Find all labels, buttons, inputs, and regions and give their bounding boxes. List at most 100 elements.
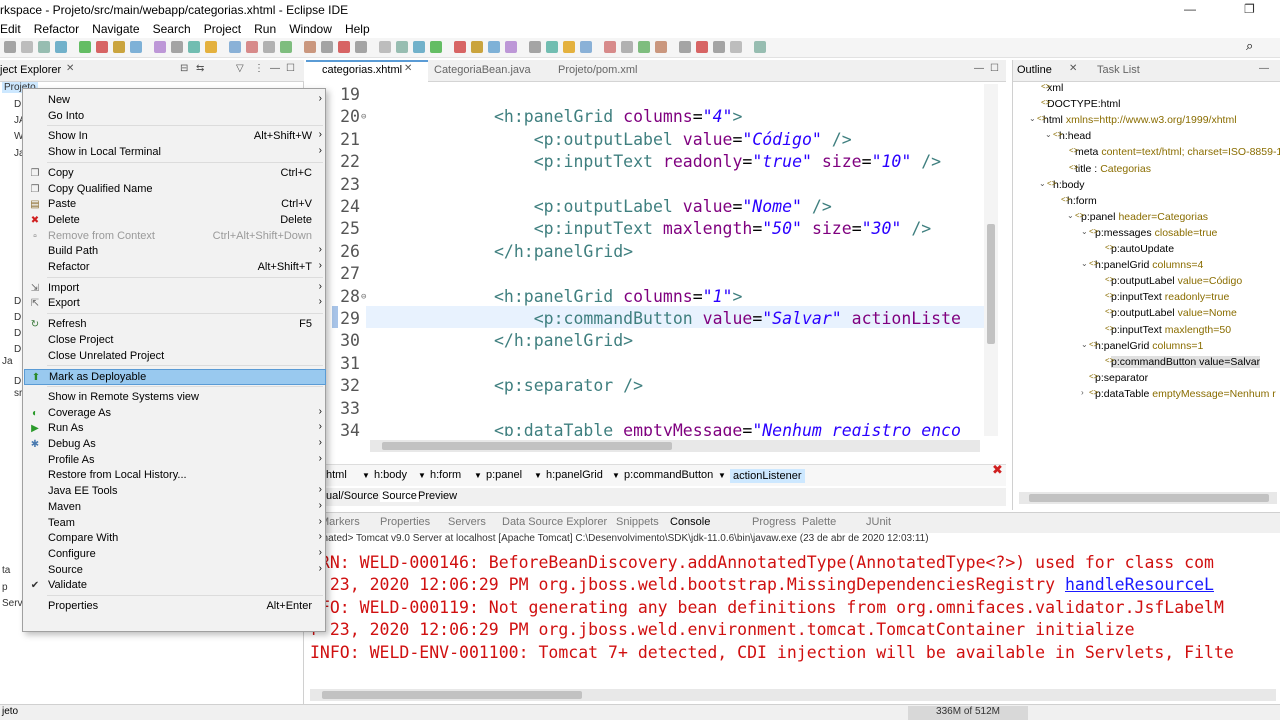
outline-node[interactable]: html xmlns=http://www.w3.org/1999/xhtml — [1043, 114, 1237, 126]
breadcrumb-item[interactable]: html — [326, 469, 347, 481]
code-area[interactable]: 19 20 ⊖ <h:panelGrid columns="4"> 21 <p:outp… — [306, 84, 1006, 436]
outline-node[interactable]: p:autoUpdate — [1111, 243, 1174, 255]
outline-node[interactable]: h:form — [1067, 195, 1097, 207]
menu-window[interactable]: Window — [289, 22, 332, 36]
toolbar-button-icon[interactable] — [171, 41, 183, 53]
minimize-icon[interactable]: — — [1259, 63, 1269, 74]
expand-icon[interactable]: ⌄ — [1067, 211, 1074, 220]
expand-icon[interactable]: ⌄ — [1081, 340, 1088, 349]
menu-item-team[interactable]: Team › — [24, 516, 326, 532]
tab-categoriabean-java[interactable]: CategoriaBean.java — [434, 64, 531, 76]
console-hscrollbar[interactable] — [310, 689, 1276, 701]
menu-item-validate[interactable]: ✔ Validate — [24, 578, 326, 594]
close-breadcrumb-icon[interactable]: ✖ — [992, 462, 1003, 478]
expand-icon[interactable]: ⌄ — [1081, 259, 1088, 268]
toolbar-button-icon[interactable] — [621, 41, 633, 53]
outline-node[interactable]: DOCTYPE:html — [1047, 98, 1121, 110]
tab-preview[interactable]: Preview — [418, 490, 457, 502]
tab-source[interactable]: Source — [380, 490, 419, 502]
menu-item-new[interactable]: New › — [24, 93, 326, 109]
minimize-button[interactable]: — — [1184, 2, 1196, 16]
maximize-button[interactable]: ❐ — [1244, 2, 1255, 16]
tab-servers[interactable]: Servers — [448, 516, 486, 528]
menu-refactor[interactable]: Refactor — [34, 22, 79, 36]
toolbar-button-icon[interactable] — [355, 41, 367, 53]
tree-item[interactable]: D — [14, 296, 21, 307]
breadcrumb-item[interactable]: p:panel — [486, 469, 522, 481]
outline-node[interactable]: p:inputText maxlength=50 — [1111, 324, 1231, 336]
tree-item[interactable]: D — [14, 328, 21, 339]
outline-node[interactable]: p:outputLabel value=Nome — [1111, 307, 1237, 319]
breadcrumb-item[interactable]: h:body — [374, 469, 407, 481]
toolbar-button-icon[interactable] — [696, 41, 708, 53]
tab-junit[interactable]: JUnit — [866, 516, 891, 528]
menu-item-compare-with[interactable]: Compare With › — [24, 531, 326, 547]
tree-item[interactable]: Serv — [2, 598, 23, 609]
filter-icon[interactable]: ▽ — [236, 63, 244, 74]
toolbar-button-icon[interactable] — [713, 41, 725, 53]
outline-node[interactable]: p:panel header=Categorias — [1081, 211, 1208, 223]
tree-item[interactable]: D — [14, 376, 21, 387]
toolbar-button-icon[interactable] — [21, 41, 33, 53]
outline-node[interactable]: title : Categorias — [1075, 163, 1151, 175]
outline-node[interactable]: p:commandButton value=Salvar — [1111, 355, 1261, 368]
menu-item-show-in-local-terminal[interactable]: Show in Local Terminal › — [24, 145, 326, 161]
menu-item-go-into[interactable]: Go Into — [24, 109, 326, 125]
toolbar-button-icon[interactable] — [563, 41, 575, 53]
toolbar-button-icon[interactable] — [546, 41, 558, 53]
menu-item-show-in-remote-systems-view[interactable]: Show in Remote Systems view — [24, 390, 326, 406]
toolbar-button-icon[interactable] — [471, 41, 483, 53]
toolbar-button-icon[interactable] — [505, 41, 517, 53]
menu-item-restore-from-local-history[interactable]: Restore from Local History... — [24, 468, 326, 484]
toolbar-button-icon[interactable] — [396, 41, 408, 53]
toolbar-button-icon[interactable] — [338, 41, 350, 53]
outline-hscrollbar[interactable] — [1019, 492, 1277, 504]
menu-item-profile-as[interactable]: Profile As › — [24, 453, 326, 469]
tab-properties[interactable]: Properties — [380, 516, 430, 528]
close-icon[interactable]: ✕ — [1069, 63, 1077, 74]
expand-icon[interactable]: ⌄ — [1039, 179, 1046, 188]
close-icon[interactable]: ✕ — [404, 63, 412, 74]
toolbar-button-icon[interactable] — [321, 41, 333, 53]
toolbar-button-icon[interactable] — [263, 41, 275, 53]
toolbar-button-icon[interactable] — [205, 41, 217, 53]
toolbar-button-icon[interactable] — [754, 41, 766, 53]
menu-item-close-unrelated-project[interactable]: Close Unrelated Project — [24, 349, 326, 365]
toolbar-button-icon[interactable] — [430, 41, 442, 53]
toolbar-button-icon[interactable] — [96, 41, 108, 53]
toolbar-button-icon[interactable] — [304, 41, 316, 53]
menu-item-import[interactable]: ⇲ Import › — [24, 281, 326, 297]
expand-icon[interactable]: ⌄ — [1029, 114, 1036, 123]
tab-categorias-xhtml[interactable]: categorias.xhtml — [322, 64, 402, 76]
chevron-down-icon[interactable]: ▼ — [718, 471, 726, 480]
heap-status[interactable]: 336M of 512M — [908, 706, 1028, 720]
toolbar-button-icon[interactable] — [730, 41, 742, 53]
outline-node[interactable]: meta content=text/html; charset=ISO-8859-… — [1075, 146, 1280, 158]
toolbar-button-icon[interactable] — [580, 41, 592, 53]
toolbar-button-icon[interactable] — [188, 41, 200, 53]
breadcrumb-item[interactable]: p:commandButton — [624, 469, 713, 481]
menu-item-run-as[interactable]: ▶ Run As › — [24, 421, 326, 437]
toolbar-button-icon[interactable] — [488, 41, 500, 53]
menu-run[interactable]: Run — [254, 22, 276, 36]
menu-item-coverage-as[interactable]: ◐ Coverage As › — [24, 406, 326, 422]
chevron-down-icon[interactable]: ▼ — [534, 471, 542, 480]
menu-item-source[interactable]: Source › — [24, 563, 326, 579]
console-link[interactable]: handleResourceL — [1065, 575, 1214, 594]
expand-icon[interactable]: › — [1081, 388, 1084, 397]
menu-item-java-ee-tools[interactable]: Java EE Tools › — [24, 484, 326, 500]
horizontal-scrollbar[interactable] — [370, 440, 980, 452]
toolbar-button-icon[interactable] — [79, 41, 91, 53]
outline-node[interactable]: h:panelGrid columns=1 — [1095, 340, 1203, 352]
tab-outline[interactable]: Outline — [1017, 64, 1052, 76]
outline-node[interactable]: h:body — [1053, 179, 1085, 191]
outline-node[interactable]: p:inputText readonly=true — [1111, 291, 1229, 303]
breadcrumb-item[interactable]: h:panelGrid — [546, 469, 603, 481]
menu-help[interactable]: Help — [345, 22, 370, 36]
maximize-icon[interactable]: ☐ — [286, 63, 295, 74]
toolbar-button-icon[interactable] — [454, 41, 466, 53]
toolbar-button-icon[interactable] — [4, 41, 16, 53]
toolbar-button-icon[interactable] — [638, 41, 650, 53]
menu-item-export[interactable]: ⇱ Export › — [24, 296, 326, 312]
menu-item-paste[interactable]: ▤ Paste Ctrl+V — [24, 197, 326, 213]
